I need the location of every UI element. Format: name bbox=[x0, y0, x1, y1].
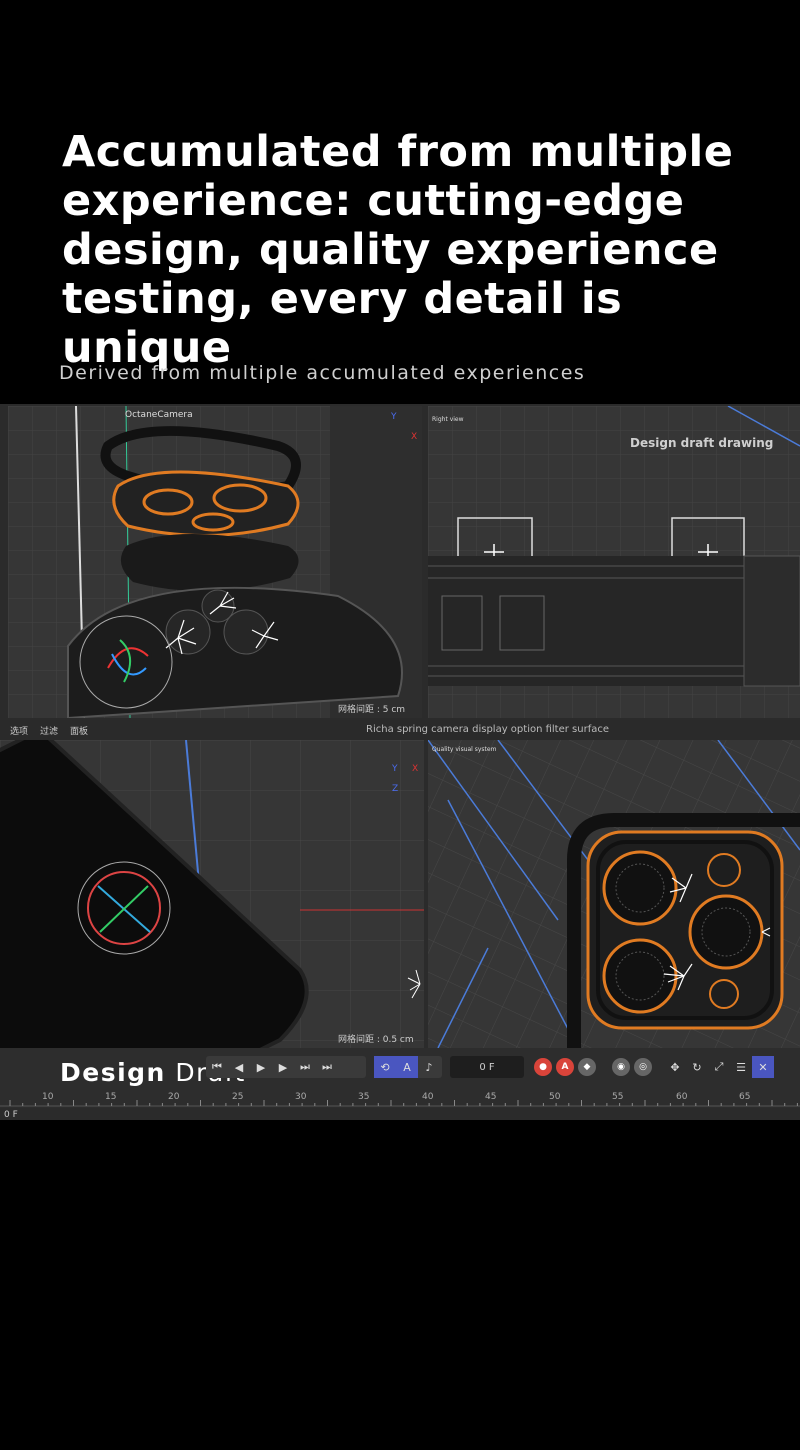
key-lock-icon[interactable]: ◉ bbox=[612, 1058, 630, 1076]
play-icon[interactable]: ▶ bbox=[250, 1056, 272, 1078]
axis-y-label: Y bbox=[391, 412, 397, 422]
skip-start-icon[interactable]: ⏮ bbox=[206, 1056, 228, 1078]
scale-icon[interactable]: ⤢ bbox=[708, 1056, 730, 1078]
grid-spacing-label: 网格间距 : 5 cm bbox=[338, 705, 406, 715]
menu-options[interactable]: 选项 bbox=[10, 724, 28, 737]
caption-bold: Design bbox=[60, 1058, 166, 1087]
viewport-top[interactable]: Y X Z 网格间距 : 0.5 cm bbox=[0, 740, 424, 1048]
grid-spacing-label: 网格间距 : 0.5 cm bbox=[338, 1035, 414, 1045]
rotate-icon[interactable]: ↻ bbox=[686, 1056, 708, 1078]
frame-readout: 0 F bbox=[4, 1110, 18, 1120]
side-view-drawing bbox=[428, 406, 800, 718]
axis-z-label: Z bbox=[392, 784, 399, 794]
timeline-ruler[interactable]: 10 15 20 25 30 35 40 45 50 55 60 65 bbox=[0, 1092, 800, 1108]
headline: Accumulated from multiple experience: cu… bbox=[62, 127, 734, 373]
range-icon[interactable]: A bbox=[396, 1056, 418, 1078]
viewport-right[interactable]: Right view Design draft drawing bbox=[428, 406, 800, 718]
axis-y-label: Y bbox=[392, 764, 398, 774]
loop-controls: ⟲ A ♪ bbox=[374, 1056, 442, 1078]
viewport-front[interactable]: Quality visual system bbox=[428, 740, 800, 1048]
mode-controls: ✥ ↻ ⤢ ☰ ✕ bbox=[664, 1056, 782, 1078]
menu-filter[interactable]: 过滤 bbox=[40, 724, 58, 737]
view-tag: Right view bbox=[432, 416, 464, 423]
sound-icon[interactable]: ♪ bbox=[418, 1056, 440, 1078]
menu-panel[interactable]: 面板 bbox=[70, 724, 88, 737]
camera-label: OctaneCamera bbox=[125, 410, 193, 420]
param-icon[interactable]: ☰ bbox=[730, 1056, 752, 1078]
current-frame-value: 0 F bbox=[479, 1061, 495, 1073]
menubar-caption: Richa spring camera display option filte… bbox=[366, 724, 610, 735]
key-controls: ◉ ◎ bbox=[610, 1056, 658, 1078]
view-title: Design draft drawing bbox=[630, 436, 774, 450]
axis-x-label: X bbox=[411, 432, 418, 442]
viewport-perspective[interactable]: OctaneCamera Y X 网格间距 : 5 cm bbox=[8, 406, 422, 718]
tools-icon[interactable]: ✕ bbox=[752, 1056, 774, 1078]
transport-controls: ⏮ ◀ ▶ ▶ ⏭ ⏭ bbox=[206, 1056, 366, 1078]
view-tag: Quality visual system bbox=[432, 746, 497, 753]
exploded-case-drawing bbox=[8, 406, 422, 718]
viewport-menubar: 选项 过滤 面板 Richa spring camera display opt… bbox=[0, 720, 800, 740]
key-filter-icon[interactable]: ◎ bbox=[634, 1058, 652, 1076]
c4d-screenshot: OctaneCamera Y X 网格间距 : 5 cm Right view … bbox=[0, 404, 800, 1120]
subline: Derived from multiple accumulated experi… bbox=[59, 362, 586, 384]
ruler-ticks bbox=[0, 1100, 800, 1107]
timeline-toolbar: Design Draft ⏮ ◀ ▶ ▶ ⏭ ⏭ ⟲ A ♪ 0 F ● A ◆… bbox=[0, 1048, 800, 1120]
move-icon[interactable]: ✥ bbox=[664, 1056, 686, 1078]
step-forward-icon[interactable]: ▶ bbox=[272, 1056, 294, 1078]
keyframe-icon[interactable]: ◆ bbox=[578, 1058, 596, 1076]
current-frame-field[interactable]: 0 F bbox=[450, 1056, 524, 1078]
camera-module-drawing bbox=[428, 740, 800, 1048]
axis-x-label: X bbox=[412, 764, 419, 774]
record-controls: ● A ◆ bbox=[532, 1056, 604, 1078]
loop-icon[interactable]: ⟲ bbox=[374, 1056, 396, 1078]
step-back-icon[interactable]: ◀ bbox=[228, 1056, 250, 1078]
next-key-icon[interactable]: ⏭ bbox=[294, 1056, 316, 1078]
auto-key-icon[interactable]: A bbox=[556, 1058, 574, 1076]
record-icon[interactable]: ● bbox=[534, 1058, 552, 1076]
skip-end-icon[interactable]: ⏭ bbox=[316, 1056, 338, 1078]
phone-top-view-drawing bbox=[0, 740, 424, 1048]
